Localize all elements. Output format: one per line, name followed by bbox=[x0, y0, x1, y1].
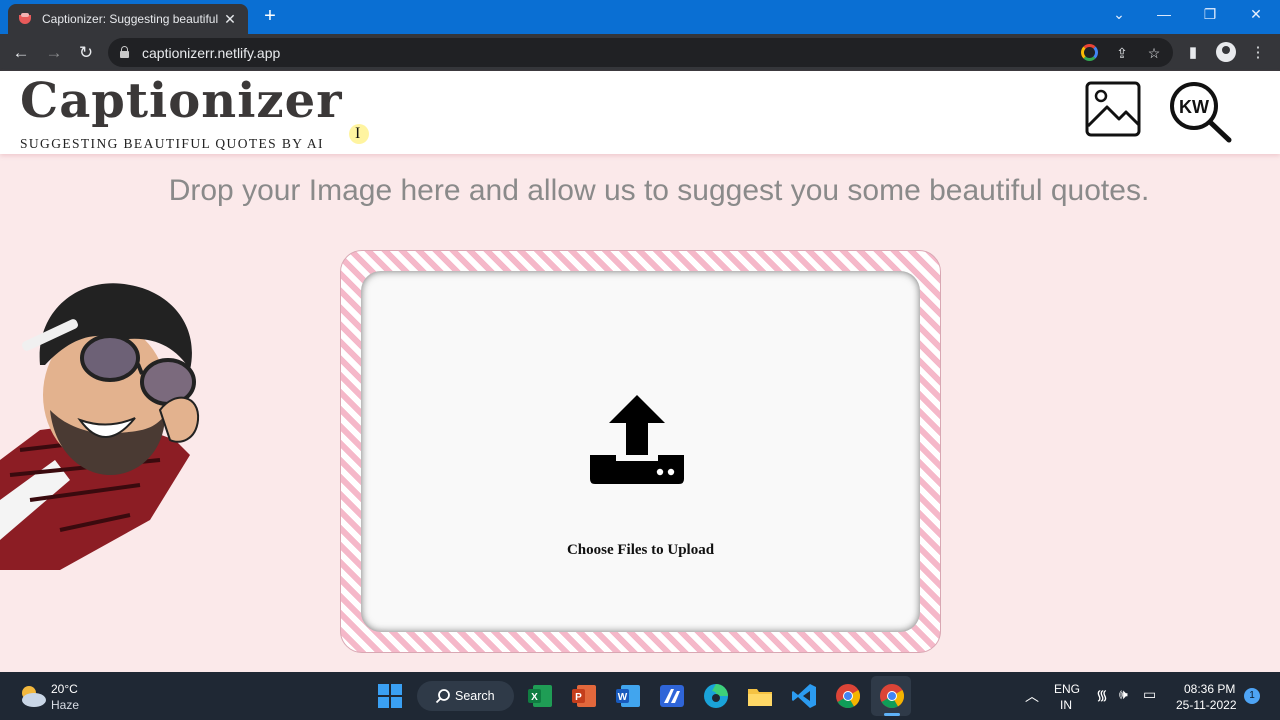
lock-icon[interactable] bbox=[120, 46, 129, 58]
close-tab-icon[interactable]: ✕ bbox=[222, 11, 238, 28]
restore-window-icon[interactable]: ❐ bbox=[1200, 6, 1220, 23]
taskbar-search[interactable]: Search bbox=[417, 681, 514, 711]
bookmark-star-icon[interactable]: ☆ bbox=[1145, 44, 1163, 62]
profile-avatar-icon[interactable] bbox=[1216, 42, 1236, 62]
file-explorer-icon[interactable] bbox=[747, 683, 773, 709]
clock-date[interactable]: 25-11-2022 bbox=[1176, 698, 1237, 712]
word-icon[interactable]: W bbox=[615, 683, 641, 709]
choose-files-label[interactable]: Choose Files to Upload bbox=[361, 542, 920, 559]
site-favicon-icon bbox=[18, 13, 32, 25]
cartoon-mascot-illustration bbox=[0, 283, 200, 570]
show-hidden-icons-chevron-icon[interactable]: ︿ bbox=[1025, 686, 1039, 706]
browser-toolbar: ← → ↻ captionizerr.netlify.app ⇪ ☆ ▮ ⋮ bbox=[0, 34, 1280, 71]
search-icon bbox=[435, 689, 450, 704]
svg-text:W: W bbox=[618, 692, 628, 703]
site-logo[interactable]: Captionizer bbox=[20, 73, 343, 129]
windows-taskbar: 20°C Haze Search X P W ︿ ENG IN ᯾ 🕪 ▭ 08… bbox=[0, 672, 1280, 720]
minimize-window-icon[interactable]: — bbox=[1154, 6, 1174, 22]
address-bar[interactable]: captionizerr.netlify.app ⇪ ☆ bbox=[108, 38, 1173, 67]
notification-count-badge[interactable]: 1 bbox=[1244, 688, 1260, 704]
browser-tab[interactable]: Captionizer: Suggesting beautiful quotes… bbox=[8, 4, 248, 34]
excel-icon[interactable]: X bbox=[527, 683, 553, 709]
back-icon[interactable]: ← bbox=[10, 42, 32, 64]
windows-start-icon[interactable] bbox=[377, 683, 403, 709]
new-tab-button[interactable]: + bbox=[260, 6, 280, 26]
forward-icon[interactable]: → bbox=[43, 42, 65, 64]
reload-icon[interactable]: ↻ bbox=[75, 42, 97, 64]
vscode-icon[interactable] bbox=[791, 683, 817, 709]
active-app-indicator bbox=[884, 713, 900, 716]
upload-drop-zone-frame: Choose Files to Upload bbox=[340, 250, 941, 653]
side-panel-icon[interactable]: ▮ bbox=[1182, 42, 1204, 64]
weather-description[interactable]: Haze bbox=[51, 698, 79, 712]
weather-haze-icon[interactable] bbox=[17, 683, 47, 709]
edge-icon[interactable] bbox=[703, 683, 729, 709]
volume-icon[interactable]: 🕪 bbox=[1119, 686, 1128, 703]
taskbar-search-label: Search bbox=[455, 689, 495, 703]
chrome-active-icon[interactable] bbox=[879, 683, 905, 709]
upload-icon[interactable] bbox=[590, 393, 684, 485]
tab-search-chevron-icon[interactable]: ⌄ bbox=[1109, 6, 1129, 23]
close-window-icon[interactable]: ✕ bbox=[1246, 6, 1266, 23]
azure-data-studio-icon[interactable] bbox=[659, 683, 685, 709]
language-code[interactable]: ENG bbox=[1054, 682, 1080, 696]
url-text[interactable]: captionizerr.netlify.app bbox=[142, 45, 280, 61]
svg-text:X: X bbox=[531, 692, 538, 703]
browser-menu-icon[interactable]: ⋮ bbox=[1247, 42, 1269, 64]
keyword-search-icon[interactable]: KW bbox=[1168, 80, 1234, 144]
region-code[interactable]: IN bbox=[1060, 698, 1072, 712]
tab-title: Captionizer: Suggesting beautiful quotes… bbox=[42, 12, 222, 26]
site-tagline: SUGGESTING BEAUTIFUL QUOTES BY AI bbox=[20, 136, 324, 151]
wifi-icon[interactable]: ᯾ bbox=[1096, 686, 1108, 705]
site-header: Captionizer SUGGESTING BEAUTIFUL QUOTES … bbox=[0, 71, 1280, 154]
keyword-icon-label: KW bbox=[1179, 97, 1209, 117]
share-icon[interactable]: ⇪ bbox=[1113, 44, 1131, 62]
chrome-icon[interactable] bbox=[835, 683, 861, 709]
powerpoint-icon[interactable]: P bbox=[571, 683, 597, 709]
battery-icon[interactable]: ▭ bbox=[1143, 686, 1156, 703]
browser-tab-bar: Captionizer: Suggesting beautiful quotes… bbox=[0, 0, 1280, 34]
page-headline: Drop your Image here and allow us to sug… bbox=[168, 174, 1150, 207]
clock-time[interactable]: 08:36 PM bbox=[1184, 682, 1235, 696]
image-gallery-icon[interactable] bbox=[1085, 80, 1141, 138]
svg-text:P: P bbox=[575, 692, 582, 703]
google-lens-icon[interactable] bbox=[1081, 44, 1098, 61]
text-cursor-highlight: I bbox=[349, 124, 369, 144]
weather-temperature[interactable]: 20°C bbox=[51, 682, 78, 696]
upload-drop-zone[interactable]: Choose Files to Upload bbox=[361, 271, 920, 632]
